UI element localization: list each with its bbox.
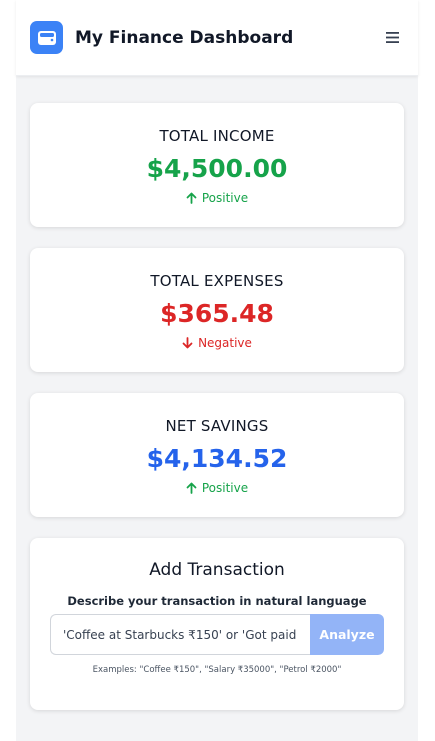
total-expenses-trend-label: Negative bbox=[198, 336, 252, 350]
net-savings-trend-label: Positive bbox=[201, 481, 249, 495]
app-header: My Finance Dashboard bbox=[16, 0, 418, 76]
total-income-trend: Positive bbox=[30, 191, 404, 205]
analyze-button[interactable]: Analyze bbox=[310, 614, 384, 655]
total-expenses-value: $365.48 bbox=[160, 299, 274, 328]
add-transaction-subtitle: Describe your transaction in natural lan… bbox=[67, 594, 367, 608]
total-income-value: $4,500.00 bbox=[146, 154, 288, 183]
add-transaction-card: Add Transaction Describe your transactio… bbox=[30, 538, 404, 710]
app-frame: My Finance Dashboard TOTAL INCOME $4,500… bbox=[16, 0, 418, 741]
net-savings-card: NET SAVINGS $4,134.52 Positive bbox=[30, 393, 404, 517]
wallet-icon bbox=[30, 21, 63, 54]
net-savings-trend: Positive bbox=[30, 481, 404, 495]
transaction-input[interactable] bbox=[50, 614, 310, 655]
total-income-trend-label: Positive bbox=[201, 191, 249, 205]
net-savings-value: $4,134.52 bbox=[146, 444, 288, 473]
dashboard-content: TOTAL INCOME $4,500.00 Positive TOTAL EX… bbox=[16, 76, 418, 710]
total-income-card: TOTAL INCOME $4,500.00 Positive bbox=[30, 103, 404, 227]
hamburger-menu-icon[interactable] bbox=[380, 26, 404, 50]
page-title: My Finance Dashboard bbox=[75, 27, 294, 48]
total-income-label: TOTAL INCOME bbox=[159, 127, 275, 145]
total-expenses-card: TOTAL EXPENSES $365.48 Negative bbox=[30, 248, 404, 372]
arrow-up-icon bbox=[186, 482, 197, 494]
add-transaction-title: Add Transaction bbox=[149, 560, 285, 580]
total-expenses-trend: Negative bbox=[30, 336, 404, 350]
transaction-input-row: Analyze bbox=[50, 614, 384, 655]
arrow-up-icon bbox=[186, 192, 197, 204]
arrow-down-icon bbox=[182, 337, 193, 349]
examples-hint: Examples: "Coffee ₹150", "Salary ₹35000"… bbox=[92, 665, 342, 675]
net-savings-label: NET SAVINGS bbox=[165, 417, 269, 435]
total-expenses-label: TOTAL EXPENSES bbox=[150, 272, 284, 290]
